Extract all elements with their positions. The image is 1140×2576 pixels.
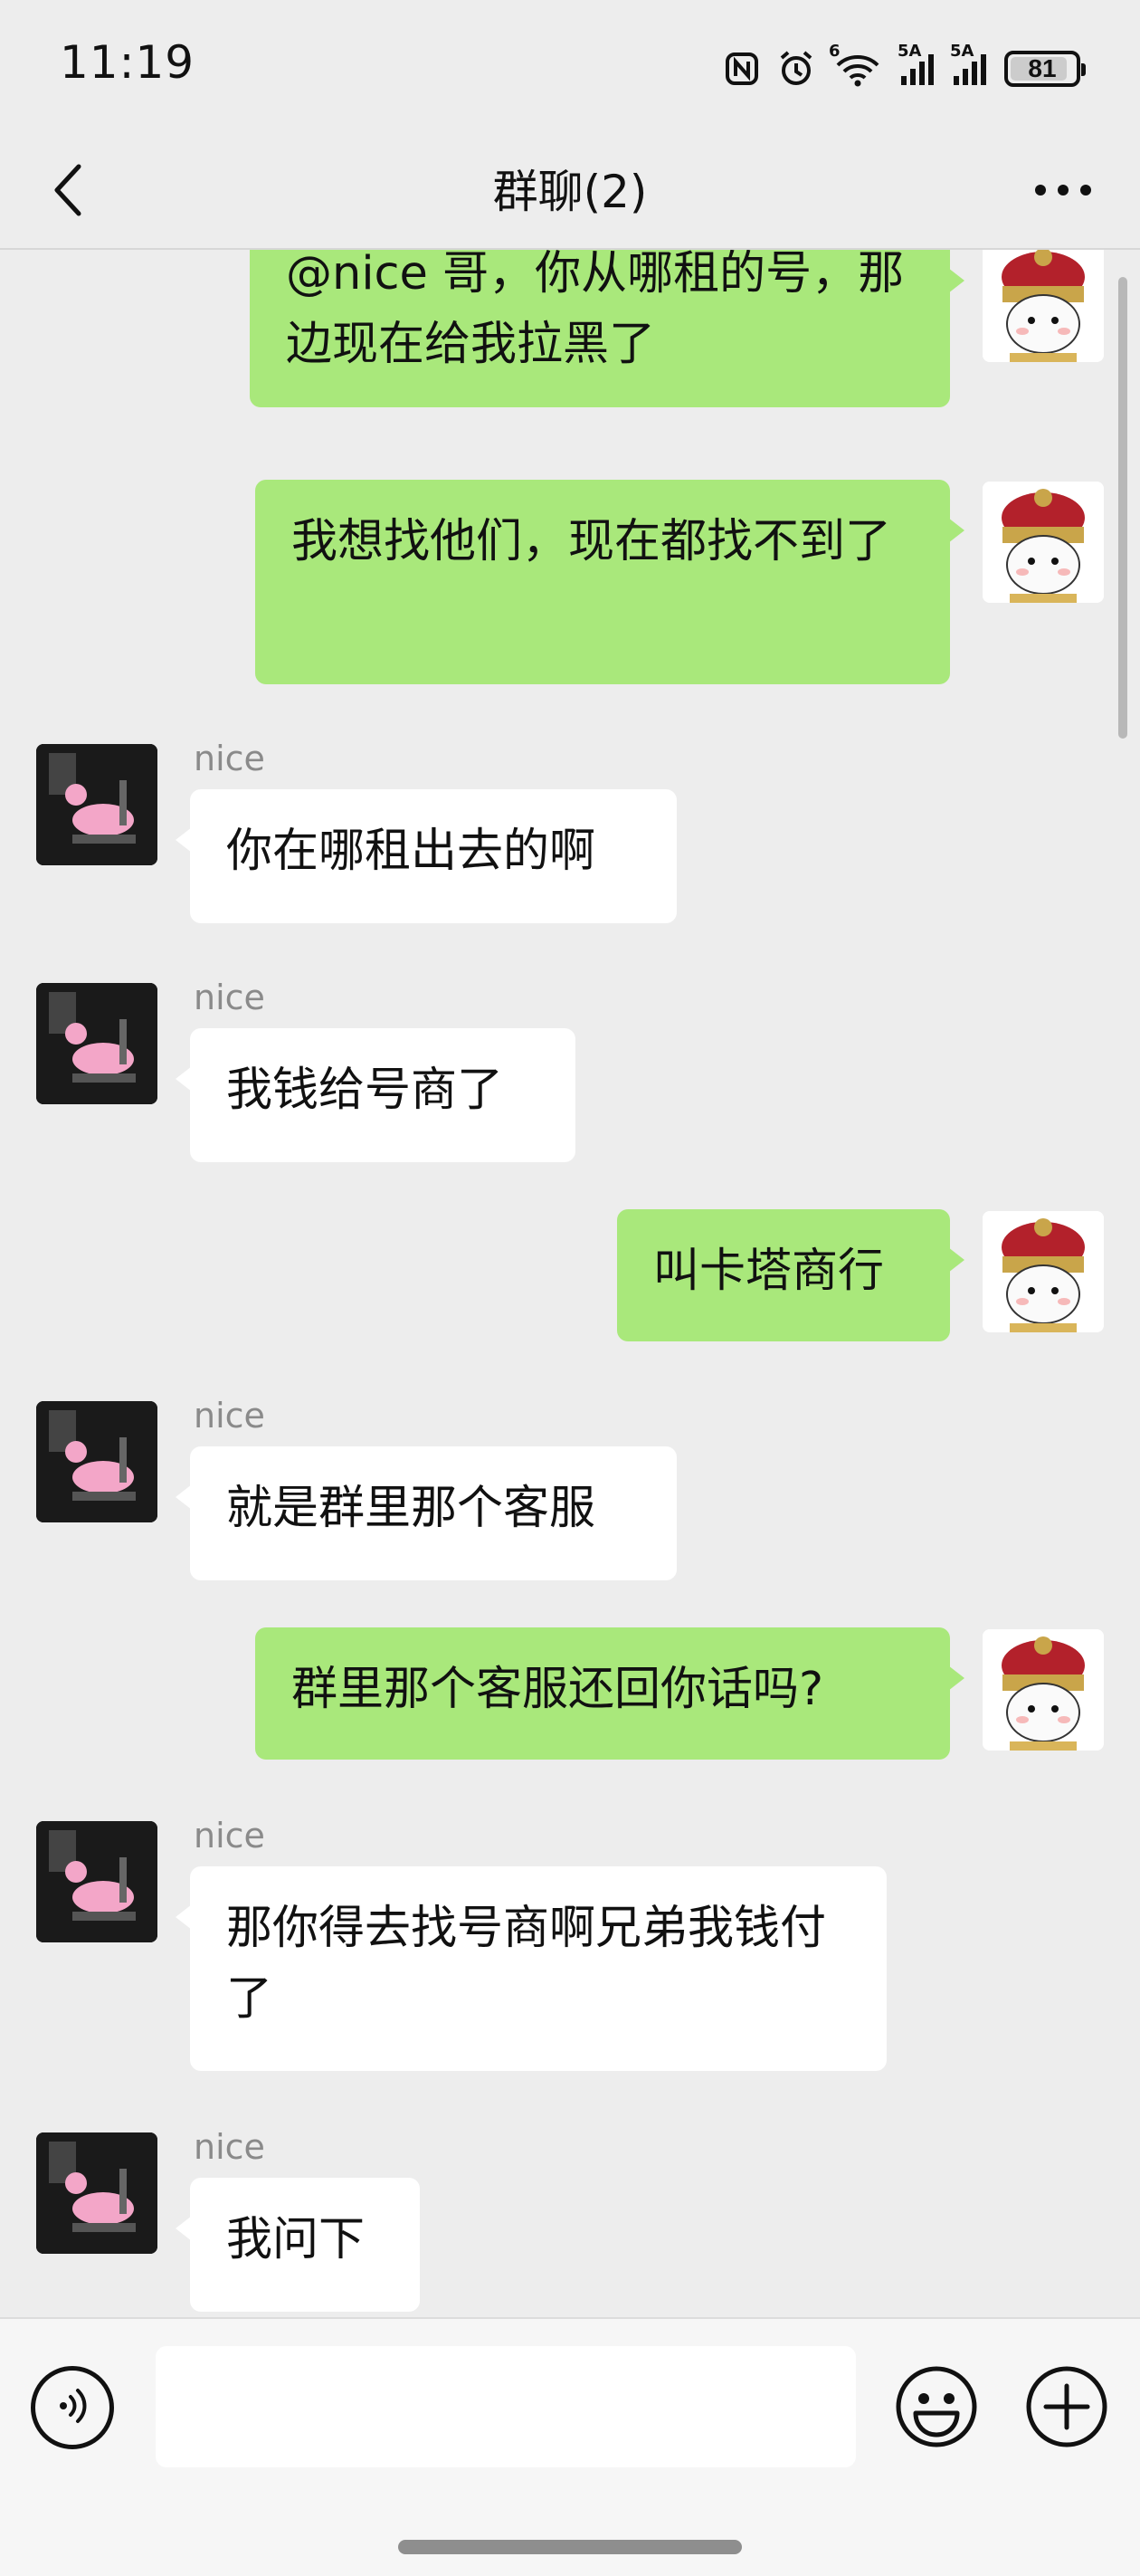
plus-button[interactable] [1024,2364,1109,2449]
more-button[interactable] [1022,156,1104,228]
avatar-self[interactable] [983,250,1104,362]
sender-name: nice [194,978,265,1017]
message-bubble[interactable]: 那你得去找号商啊兄弟我钱付了 [176,1866,887,2071]
emperor-avatar-icon [983,1629,1104,1751]
message-bubble[interactable]: 我想找他们，现在都找不到了 [255,480,964,684]
status-bar: 11:19 6 5A 5A 81 [0,0,1140,136]
signal-icon: 5A [898,42,936,87]
back-button[interactable] [36,156,100,228]
wifi-badge: 6 [829,42,841,61]
message-bubble[interactable]: 你在哪租出去的啊 [176,789,677,923]
avatar-self[interactable] [983,1629,1104,1751]
signal-icon-2: 5A [950,42,988,87]
battery-level: 81 [1028,54,1057,82]
sender-name: nice [194,739,265,778]
network-label-2: 5A [950,42,974,61]
more-dots-icon [1033,183,1093,201]
emperor-avatar-icon [983,250,1104,362]
chevron-left-icon [50,161,86,223]
page-title: 群聊(2) [492,166,648,218]
status-time: 11:19 [60,36,195,89]
message-input[interactable] [156,2346,856,2467]
message-bubble[interactable]: 群里那个客服还回你话吗? [255,1627,964,1760]
sender-name: nice [194,1396,265,1436]
avatar-nice[interactable] [36,744,157,865]
emperor-avatar-icon [983,1211,1104,1332]
alarm-icon [776,49,816,89]
avatar-self[interactable] [983,482,1104,603]
message-bubble[interactable]: 我问下 [176,2178,420,2312]
gym-avatar-icon [36,2132,157,2254]
input-bar [0,2317,1140,2576]
avatar-nice[interactable] [36,2132,157,2254]
gym-avatar-icon [36,983,157,1104]
gym-avatar-icon [36,744,157,865]
avatar-self[interactable] [983,1211,1104,1332]
chat-area[interactable]: @nice 哥，你从哪租的号，那边现在给我拉黑了 我想找他们，现在都找不到了 n… [0,250,1140,2317]
gym-avatar-icon [36,1821,157,1942]
scrollbar[interactable] [1118,277,1127,739]
avatar-nice[interactable] [36,1821,157,1942]
home-indicator[interactable] [398,2540,742,2554]
voice-icon [52,2386,92,2429]
network-label-1: 5A [898,42,922,61]
message-bubble[interactable]: 我钱给号商了 [176,1028,575,1162]
emoji-icon [896,2366,977,2447]
gym-avatar-icon [36,1401,157,1522]
wifi-icon: 6 [829,42,883,89]
avatar-nice[interactable] [36,983,157,1104]
status-icons: 6 5A 5A 81 [724,42,1086,96]
emoji-button[interactable] [894,2364,979,2449]
sender-name: nice [194,1816,265,1856]
message-bubble[interactable]: 就是群里那个客服 [176,1446,677,1580]
nfc-icon [724,51,760,87]
sender-name: nice [194,2127,265,2167]
nav-bar: 群聊(2) [0,136,1140,250]
message-bubble[interactable]: @nice 哥，你从哪租的号，那边现在给我拉黑了 [250,250,964,407]
avatar-nice[interactable] [36,1401,157,1522]
emperor-avatar-icon [983,482,1104,603]
plus-icon [1026,2366,1107,2447]
battery-icon: 81 [1004,51,1086,87]
message-bubble[interactable]: 叫卡塔商行 [617,1209,964,1341]
voice-button[interactable] [31,2366,114,2449]
